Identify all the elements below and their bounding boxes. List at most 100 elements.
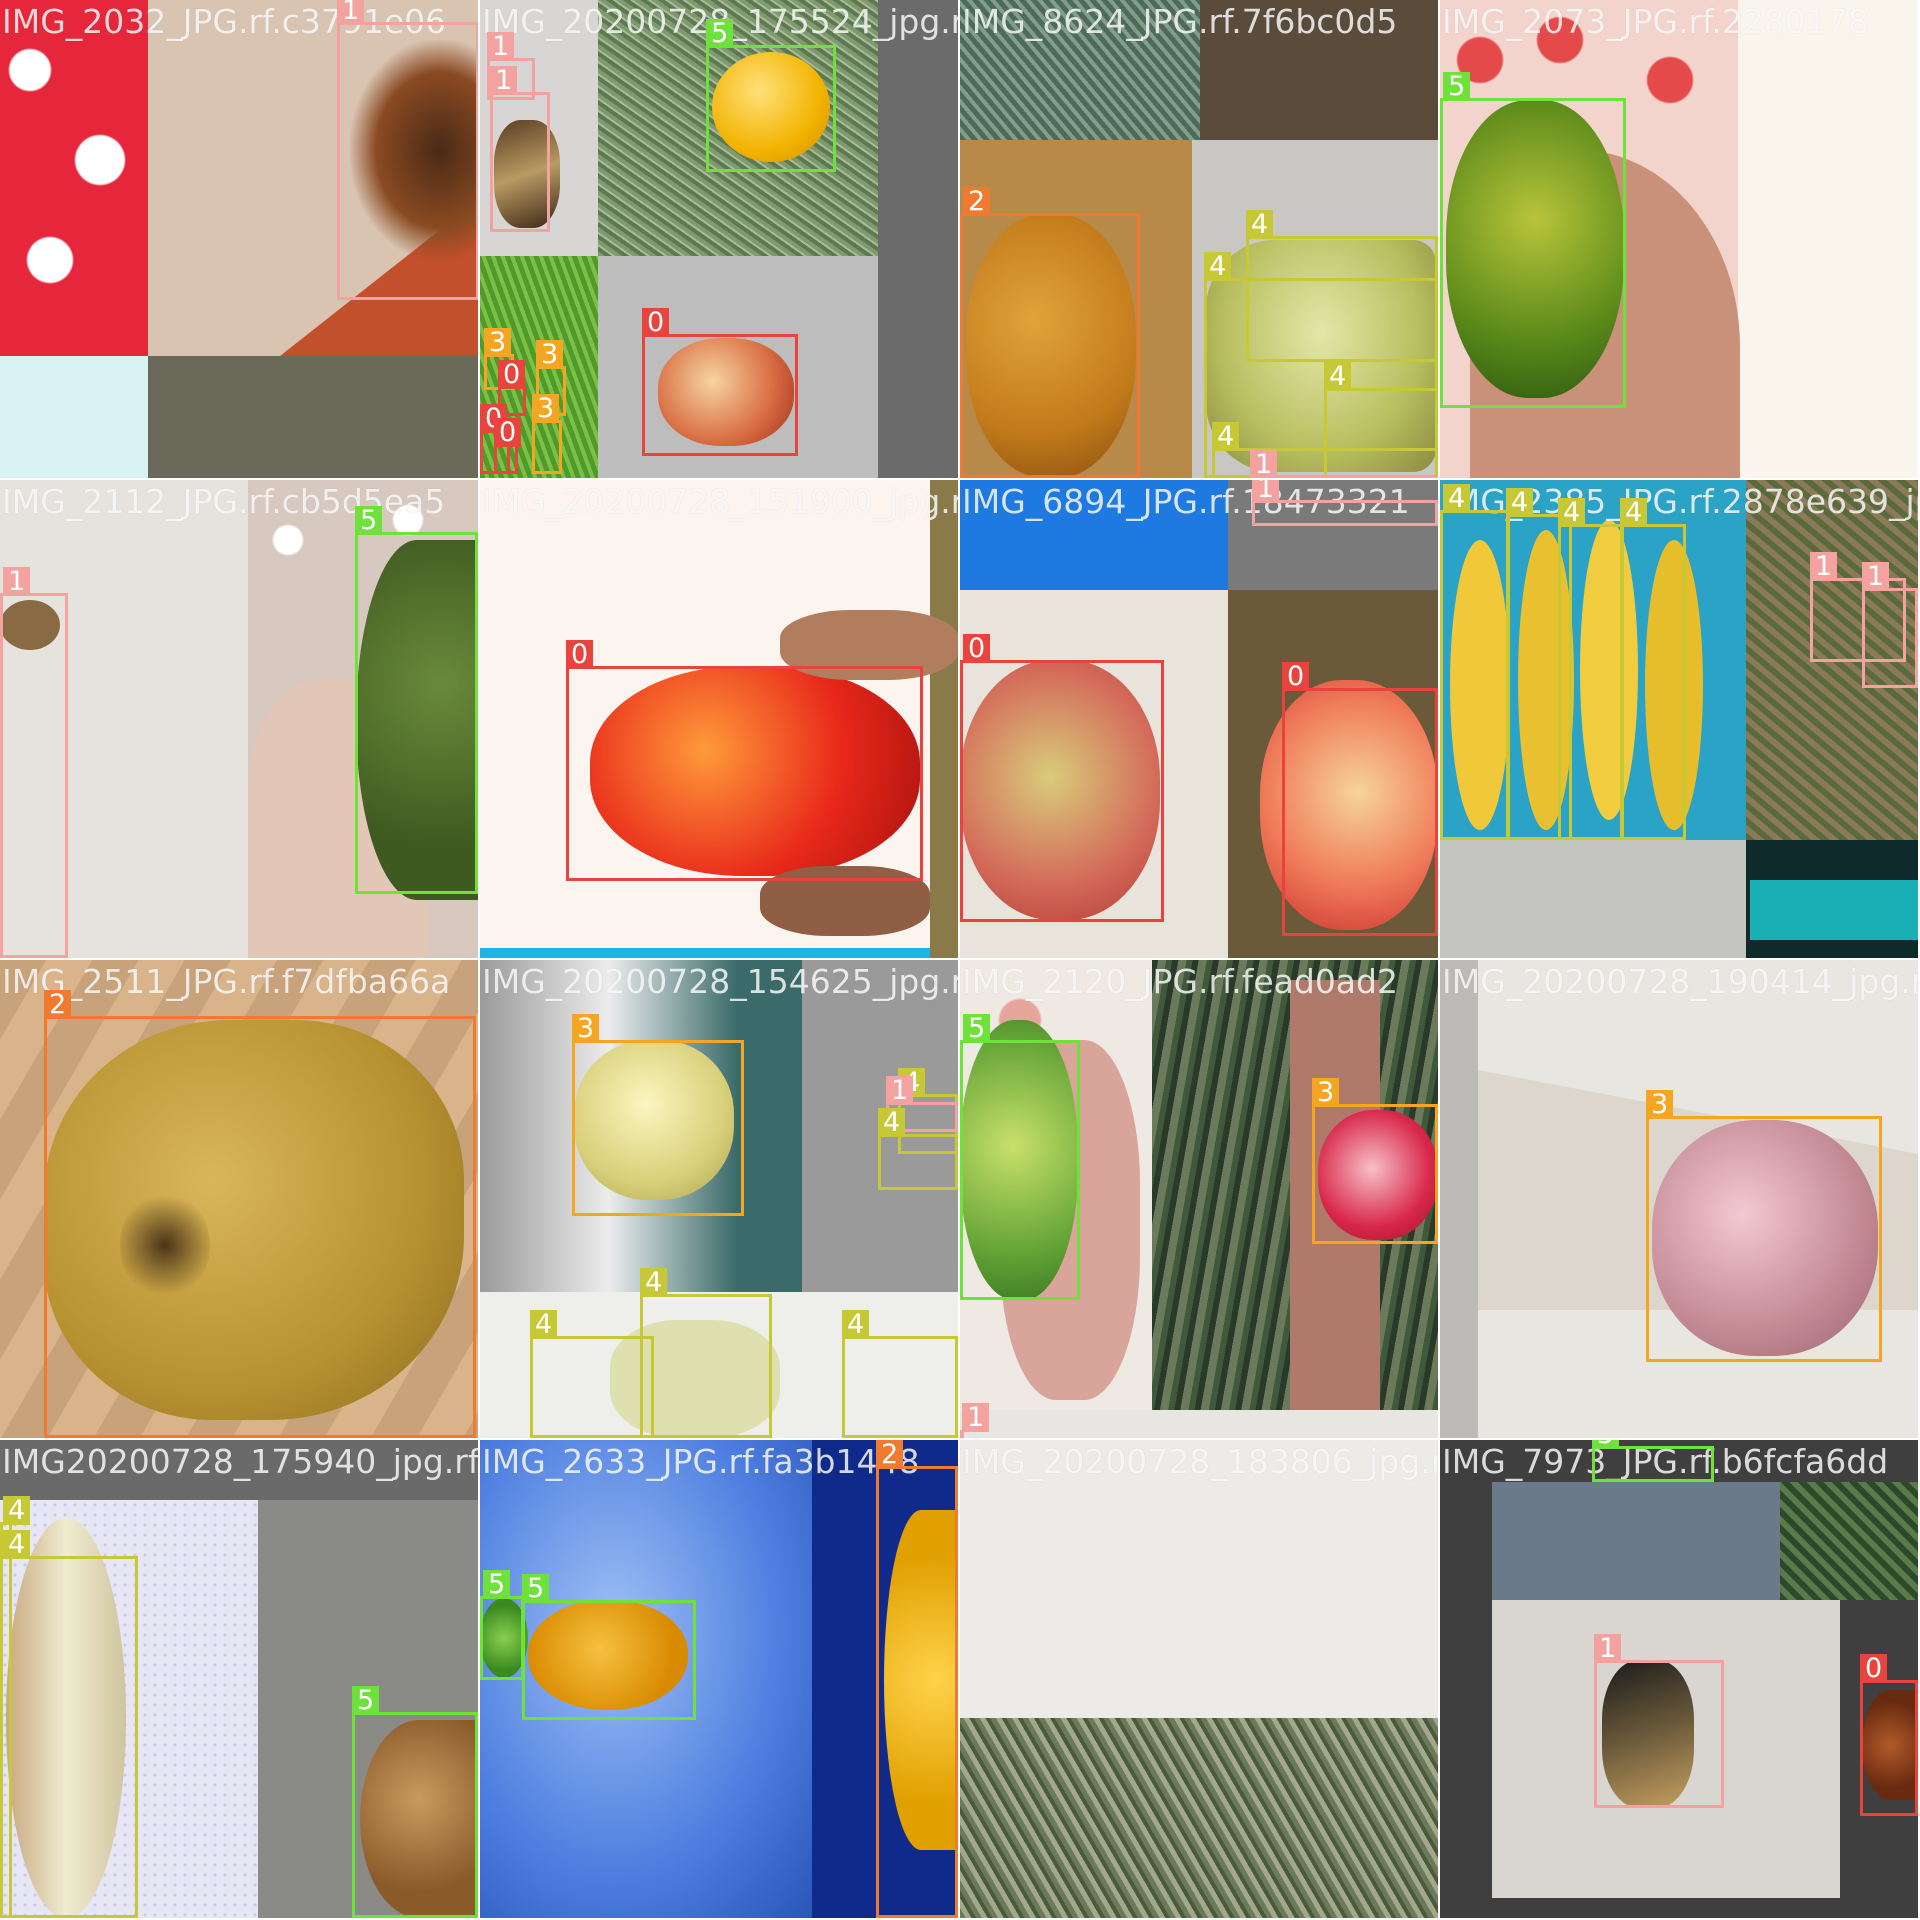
detection-box: 1	[1250, 450, 1438, 478]
mosaic-tile: IMG_2073_JPG.rf.2280178 5	[1440, 0, 1918, 478]
class-label: 4	[1558, 498, 1586, 527]
detection-box: 4	[842, 1310, 958, 1438]
class-label: 1	[886, 1076, 914, 1105]
detection-box: 2	[876, 1440, 958, 1918]
class-label: 4	[1620, 498, 1648, 527]
mosaic-tile: IMG_20200728_175524_jpg.rf 1 1 5 3 0 3 0…	[480, 0, 958, 478]
class-label: 4	[1506, 488, 1534, 517]
class-label: 5	[522, 1574, 550, 1603]
class-label: 4	[1212, 422, 1240, 451]
class-label: 1	[1594, 1634, 1622, 1663]
class-label: 1	[337, 0, 365, 25]
detection-box: 3	[1312, 1078, 1438, 1244]
mosaic-tile: IMG_20200728_154625_jpg.rf.6c0 3 4 1 4 4…	[480, 960, 958, 1438]
detection-box: 4	[878, 1108, 958, 1190]
detection-box: 4	[640, 1268, 772, 1438]
detection-box: 5	[355, 506, 478, 894]
detection-box: 2	[960, 187, 1140, 478]
detection-box: 5	[352, 1686, 478, 1918]
detection-box: 0	[642, 308, 798, 456]
mosaic-tile: IMG_20200728_151900_jpg.rf 0	[480, 480, 958, 958]
detection-box: 3	[572, 1014, 744, 1216]
class-label: 1	[1252, 480, 1280, 503]
class-label: 3	[572, 1014, 600, 1043]
detection-box: 1	[0, 567, 68, 958]
class-label: 0	[1860, 1654, 1888, 1683]
class-label: 4	[530, 1310, 558, 1339]
mosaic-tile: IMG_7973_JPG.rf.b6fcfa6dd 5 1 0	[1440, 1440, 1918, 1918]
mosaic-tile: IMG_2112_JPG.rf.cb5d5ea5 1 5	[0, 480, 478, 958]
class-label: 4	[1324, 362, 1352, 391]
class-label: 3	[1646, 1090, 1674, 1119]
class-label: 4	[1204, 252, 1232, 281]
detection-box: 4	[0, 1530, 138, 1918]
detection-box: 4	[1212, 422, 1438, 478]
mosaic-tile: IMG_2120_JPG.rf.fead0ad2 5 3 1	[960, 960, 1438, 1438]
detection-box: 5	[1592, 1440, 1714, 1482]
detection-box: 4	[1558, 498, 1624, 840]
class-label: 5	[706, 19, 734, 48]
class-label: 0	[566, 640, 594, 669]
detection-box: 0	[494, 418, 522, 474]
detection-box: 4	[1440, 484, 1510, 840]
class-label: 4	[640, 1268, 668, 1297]
detection-box: 3	[532, 394, 562, 474]
detection-box: 1	[1252, 480, 1438, 526]
detection-box: 0	[1860, 1654, 1918, 1816]
class-label: 1	[1810, 552, 1838, 581]
detection-box: 4	[530, 1310, 654, 1438]
class-label: 1	[1250, 450, 1278, 478]
class-label: 0	[642, 308, 670, 337]
mosaic-tile: IMG_2385_JPG.rf.2878e639_jpg.rf 4 4 4 4 …	[1440, 480, 1918, 958]
detection-box: 5	[522, 1574, 696, 1720]
class-label: 3	[536, 340, 564, 369]
detection-box: 4	[1620, 498, 1686, 840]
mosaic-tile: IMG_2511_JPG.rf.f7dfba66a 2	[0, 960, 478, 1438]
mosaic-tile: IMG20200728_175940_jpg.rf 4 4 5	[0, 1440, 478, 1918]
mosaic-grid: IMG_2032_JPG.rf.c3791e06 1 IMG_20200728_…	[0, 0, 1920, 1920]
mosaic-tile: IMG_8624_JPG.rf.7f6bc0d5 2 4 4 4 4 1	[960, 0, 1438, 478]
class-label: 4	[3, 1530, 31, 1559]
mosaic-tile: IMG_2633_JPG.rf.fa3b1448 2 5 5	[480, 1440, 958, 1918]
mosaic-tile: IMG_6894_JPG.rf.18473321 0 0 1	[960, 480, 1438, 958]
detection-box: 1	[337, 0, 478, 300]
detection-box: 0	[566, 640, 923, 881]
class-label: 2	[44, 990, 72, 1019]
class-label: 2	[963, 187, 991, 216]
detection-box: 5	[706, 19, 836, 172]
class-label: 5	[352, 1686, 380, 1715]
class-label: 5	[355, 506, 383, 535]
class-label: 4	[1443, 484, 1471, 513]
class-label: 2	[876, 1440, 904, 1469]
class-label: 0	[1282, 662, 1310, 691]
class-label: 3	[1312, 1078, 1340, 1107]
class-label: 1	[3, 567, 31, 596]
class-label: 5	[1443, 72, 1471, 101]
detection-box: 5	[960, 1014, 1080, 1300]
detection-box: 1	[490, 66, 550, 232]
class-label: 5	[483, 1570, 511, 1599]
ground-scene	[960, 1440, 1438, 1918]
detection-box: 1	[1862, 562, 1918, 688]
class-label: 4	[842, 1310, 870, 1339]
class-label: 5	[1592, 1440, 1620, 1449]
detection-box: 1	[1594, 1634, 1724, 1808]
detection-box: 0	[960, 634, 1164, 922]
detection-box: 5	[480, 1570, 524, 1680]
detection-box: 5	[1440, 72, 1626, 408]
class-label: 4	[3, 1496, 31, 1525]
class-label: 1	[487, 32, 515, 61]
class-label: 0	[963, 634, 991, 663]
mosaic-tile: IMG_20200728_190414_jpg.rf 3	[1440, 960, 1918, 1438]
class-label: 0	[494, 418, 522, 447]
mosaic-tile: IMG_20200728_183806_jpg.rf	[960, 1440, 1438, 1918]
mosaic-tile: IMG_2032_JPG.rf.c3791e06 1	[0, 0, 478, 478]
detection-box: 3	[1646, 1090, 1882, 1362]
class-label: 4	[878, 1108, 906, 1137]
class-label: 3	[484, 328, 512, 357]
detection-box: 0	[1282, 662, 1438, 936]
detection-box: 1	[960, 1403, 990, 1438]
class-label: 5	[963, 1014, 991, 1043]
class-label: 1	[1862, 562, 1890, 591]
class-label: 1	[490, 66, 518, 95]
